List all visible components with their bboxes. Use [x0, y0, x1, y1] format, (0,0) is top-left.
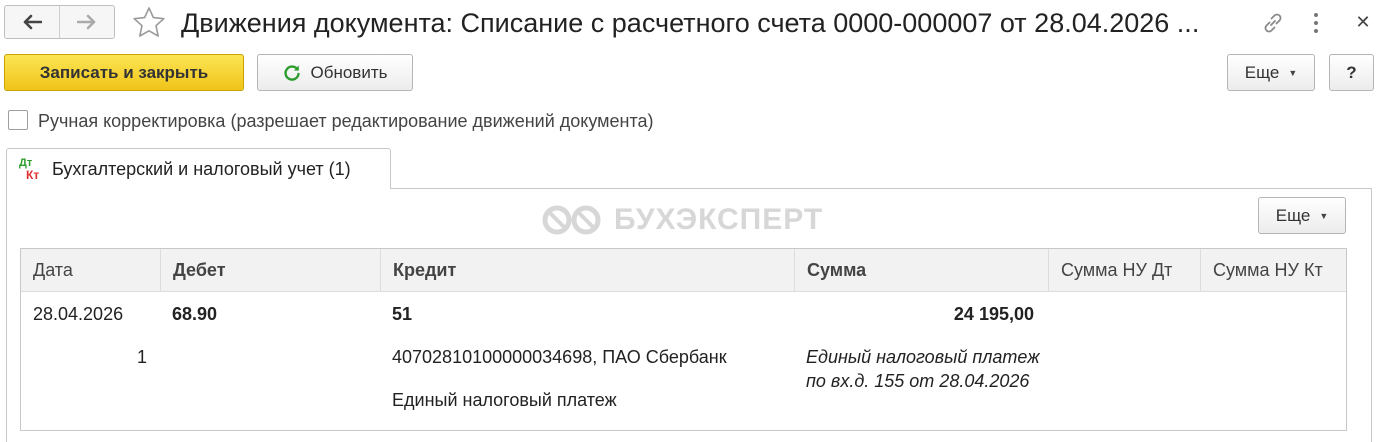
- back-button[interactable]: [5, 6, 59, 38]
- table-more-menu-button[interactable]: Еще ▼: [1258, 197, 1346, 234]
- column-header-debit[interactable]: Дебет: [160, 249, 380, 292]
- column-header-date[interactable]: Дата: [21, 249, 160, 292]
- row-content: Единый налоговый платеж по вх.д. 155 от …: [806, 347, 1040, 391]
- watermark-logo-icon: [542, 205, 601, 235]
- navigation-group: [4, 5, 115, 39]
- tab-accounting-tax[interactable]: Дт Кт Бухгалтерский и налоговый учет (1): [6, 148, 391, 189]
- title-bar: Движения документа: Списание с расчетног…: [0, 0, 1378, 46]
- row-credit-subconto-account: 40702810100000034698, ПАО Сбербанк: [392, 347, 727, 367]
- column-header-credit[interactable]: Кредит: [380, 249, 794, 292]
- tab-label: Бухгалтерский и налоговый учет (1): [52, 159, 351, 179]
- dt-kt-icon: Дт Кт: [19, 157, 40, 182]
- manual-correction-label[interactable]: Ручная корректировка (разрешает редактир…: [38, 109, 654, 133]
- row-line-number: 1: [137, 347, 148, 367]
- more-menu-button[interactable]: Еще ▼: [1227, 54, 1315, 91]
- table-header: Дата Дебет Кредит Сумма Сумма НУ Дт Сумм…: [21, 249, 1346, 292]
- forward-button[interactable]: [59, 6, 114, 38]
- arrow-left-icon: [23, 14, 42, 30]
- row-date: 28.04.2026: [33, 304, 124, 324]
- more-label: Еще: [1244, 62, 1280, 82]
- row-amount: 24 195,00: [953, 304, 1034, 324]
- manual-correction-checkbox[interactable]: [8, 110, 28, 130]
- star-icon[interactable]: [131, 5, 167, 41]
- more-vertical-icon[interactable]: [1309, 10, 1323, 36]
- refresh-button[interactable]: Обновить: [257, 54, 413, 91]
- column-header-amount-nu-kt[interactable]: Сумма НУ Кт: [1200, 249, 1348, 292]
- row-credit-account: 51: [392, 304, 413, 324]
- link-icon[interactable]: [1260, 10, 1286, 36]
- window-title: Движения документа: Списание с расчетног…: [181, 8, 1200, 38]
- help-label: ?: [1346, 62, 1357, 82]
- save-and-close-label: Записать и закрыть: [39, 62, 209, 82]
- column-header-amount[interactable]: Сумма: [794, 249, 1048, 292]
- help-button[interactable]: ?: [1329, 54, 1374, 91]
- close-icon[interactable]: ✕: [1355, 13, 1371, 31]
- refresh-icon: [283, 64, 300, 81]
- row-credit-subconto-flow: Единый налоговый платеж: [392, 390, 617, 410]
- chevron-down-icon: ▼: [1288, 67, 1298, 78]
- arrow-right-icon: [77, 14, 96, 30]
- watermark-text: БУХЭКСПЕРТ: [614, 203, 824, 236]
- watermark: БУХЭКСПЕРТ: [540, 203, 823, 237]
- save-and-close-button[interactable]: Записать и закрыть: [4, 54, 244, 91]
- table-more-label: Еще: [1275, 205, 1311, 225]
- refresh-label: Обновить: [310, 62, 388, 82]
- movements-table[interactable]: Дата Дебет Кредит Сумма Сумма НУ Дт Сумм…: [20, 248, 1347, 431]
- row-debit-account: 68.90: [172, 304, 218, 324]
- chevron-down-icon: ▼: [1319, 210, 1329, 221]
- column-header-amount-nu-dt[interactable]: Сумма НУ Дт: [1048, 249, 1200, 292]
